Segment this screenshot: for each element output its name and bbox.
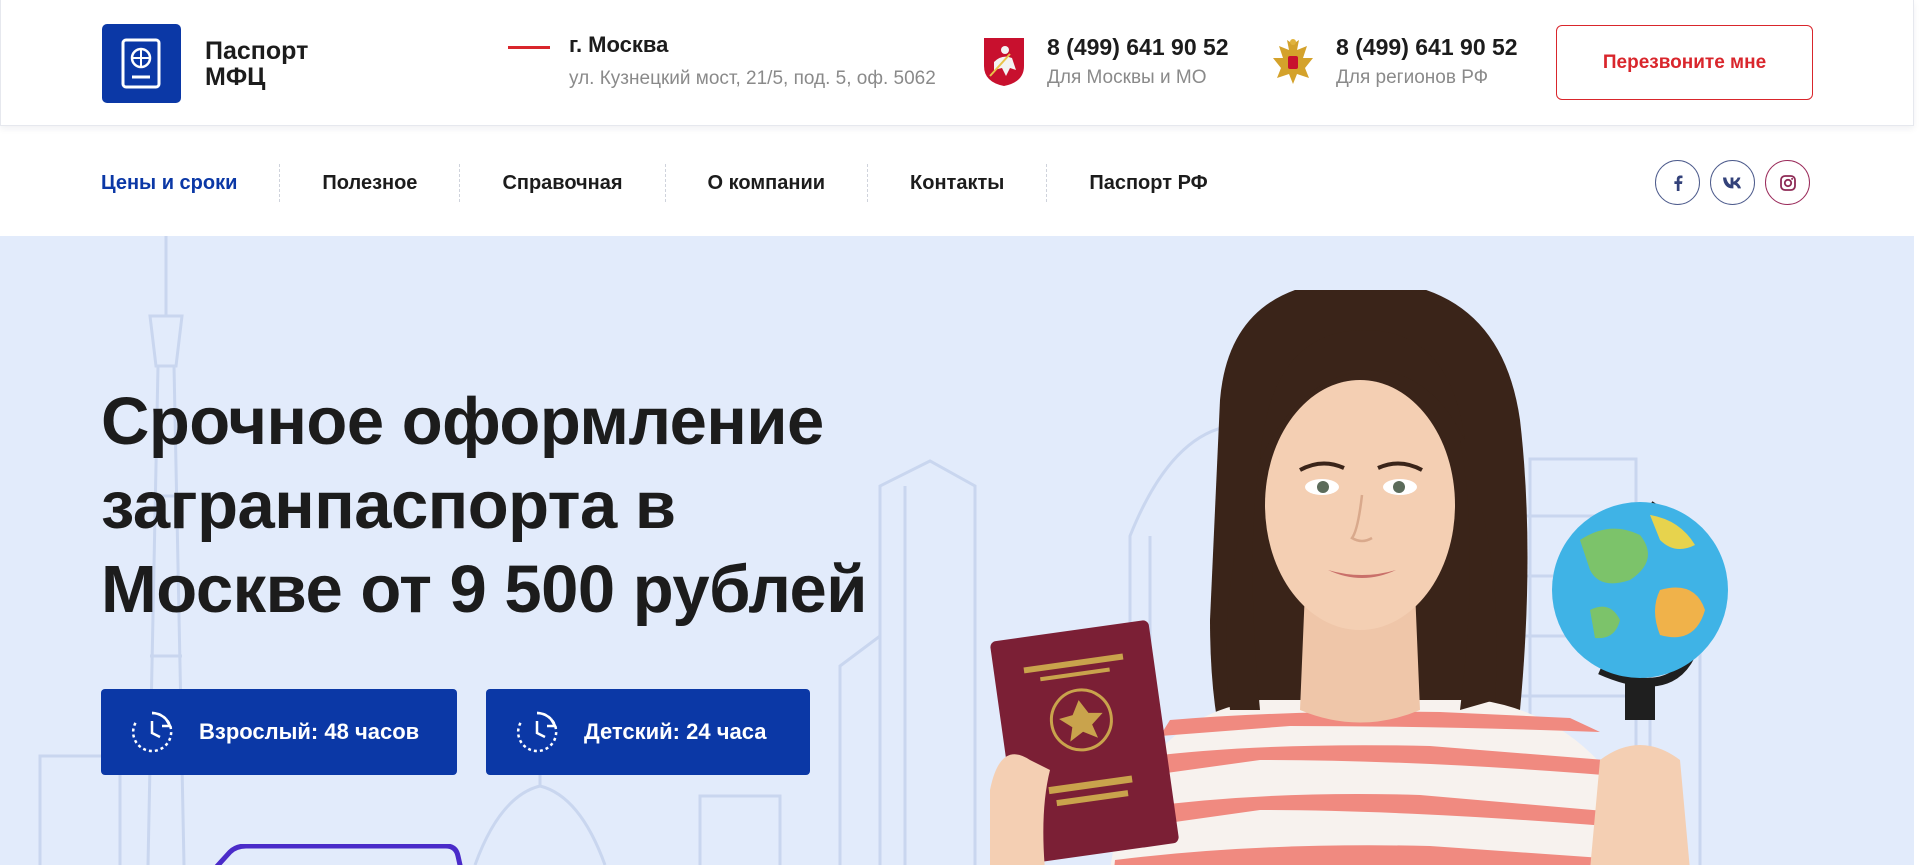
nav-menu: Цены и сроки Полезное Справочная О компа… [101,164,1208,202]
child-term-button[interactable]: Детский: 24 часа [486,689,810,775]
vk-link[interactable] [1710,160,1755,205]
adult-term-label: Взрослый: 48 часов [199,719,420,744]
logo-text: Паспорт МФЦ [205,38,308,90]
callback-button[interactable]: Перезвоните мне [1556,25,1813,100]
nav-item-useful[interactable]: Полезное [322,172,417,195]
vk-icon [1722,177,1741,188]
nav-item-about[interactable]: О компании [708,172,825,195]
hero-photo [990,290,1728,865]
nav-divider [1046,164,1048,202]
nav-item-prices[interactable]: Цены и сроки [101,172,237,195]
phone-caption: Для Москвы и МО [1047,67,1207,88]
address-city: г. Москва [569,32,669,57]
nav-divider [459,164,461,202]
logo-line-1: Паспорт [205,36,309,65]
site-header: Паспорт МФЦ г. Москва ул. Кузнецкий мост… [0,0,1914,126]
hero-title-line: Москве от 9 500 рублей [101,552,867,627]
main-nav: Цены и сроки Полезное Справочная О компа… [0,126,1919,236]
instagram-link[interactable] [1765,160,1810,205]
nav-divider [279,164,281,202]
social-links [1655,160,1810,205]
phone-moscow[interactable]: 8 (499) 641 90 52 Для Москвы и МО [980,34,1229,89]
clock-icon [516,711,558,753]
nav-divider [664,164,666,202]
clock-icon [131,711,173,753]
hero-title: Срочное оформление загранпаспорта в Моск… [101,380,921,632]
stamp-frame-decoration [214,844,463,865]
hero-section: Срочное оформление загранпаспорта в Моск… [0,236,1914,865]
logo[interactable]: Паспорт МФЦ [102,24,308,103]
adult-term-button[interactable]: Взрослый: 48 часов [101,689,457,775]
phone-number[interactable]: 8 (499) 641 90 52 [1336,34,1518,61]
nav-item-reference[interactable]: Справочная [502,172,622,195]
phone-caption: Для регионов РФ [1336,67,1489,88]
moscow-coat-of-arms-icon [984,38,1024,86]
nav-item-contacts[interactable]: Контакты [910,172,1004,195]
facebook-icon [1673,175,1682,191]
passport-icon [102,24,181,103]
facebook-link[interactable] [1655,160,1700,205]
phone-regions[interactable]: 8 (499) 641 90 52 Для регионов РФ [1269,34,1518,89]
russia-coat-of-arms-icon [1273,39,1313,84]
hero-title-line: загранпаспорта в [101,468,676,543]
instagram-icon [1779,174,1796,191]
phone-number[interactable]: 8 (499) 641 90 52 [1047,34,1229,61]
child-term-label: Детский: 24 часа [584,719,767,744]
address-dash [508,46,550,49]
nav-divider [867,164,869,202]
address-street: ул. Кузнецкий мост, 21/5, под. 5, оф. 50… [569,68,936,89]
hero-title-line: Срочное оформление [101,384,824,459]
logo-line-2: МФЦ [205,62,266,91]
nav-item-passport-rf[interactable]: Паспорт РФ [1089,172,1207,195]
